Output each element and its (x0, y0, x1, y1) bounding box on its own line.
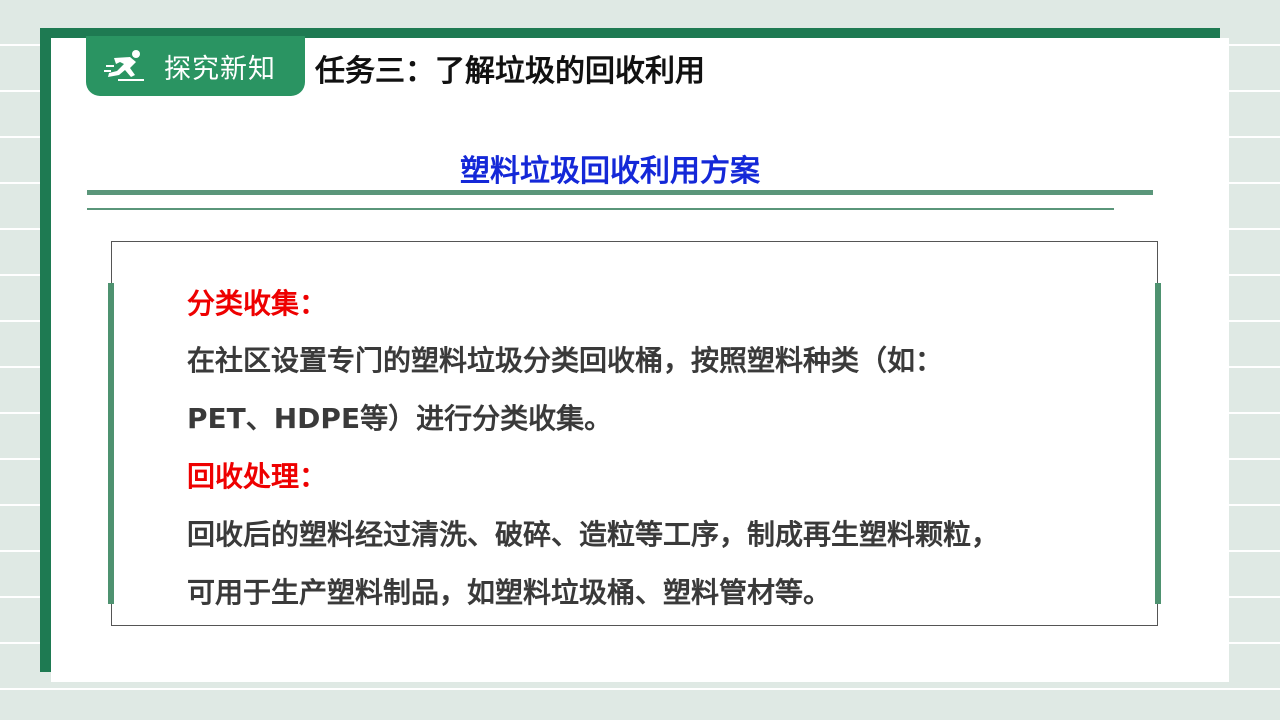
title-underline-thin (87, 208, 1114, 210)
content-box-right-accent (1155, 283, 1161, 604)
content-box-left-accent (108, 283, 114, 604)
title-underline-thick (87, 190, 1153, 195)
paragraph-collection-line-1: 在社区设置专门的塑料垃圾分类回收桶，按照塑料种类（如： (187, 344, 944, 377)
task-title: 任务三：了解垃圾的回收利用 (315, 54, 705, 89)
section-title: 塑料垃圾回收利用方案 (460, 154, 760, 189)
paragraph-process-line-1: 回收后的塑料经过清洗、破碎、造粒等工序，制成再生塑料颗粒， (187, 518, 1000, 551)
heading-recycling-process: 回收处理： (187, 460, 328, 493)
heading-sorted-collection: 分类收集： (187, 287, 328, 320)
paragraph-process-line-2: 可用于生产塑料制品，如塑料垃圾桶、塑料管材等。 (187, 576, 832, 609)
badge-label: 探究新知 (164, 53, 276, 85)
paragraph-collection-line-2: PET、HDPE等）进行分类收集。 (187, 402, 613, 435)
running-person-icon (104, 48, 148, 84)
section-badge: 探究新知 (86, 36, 305, 96)
